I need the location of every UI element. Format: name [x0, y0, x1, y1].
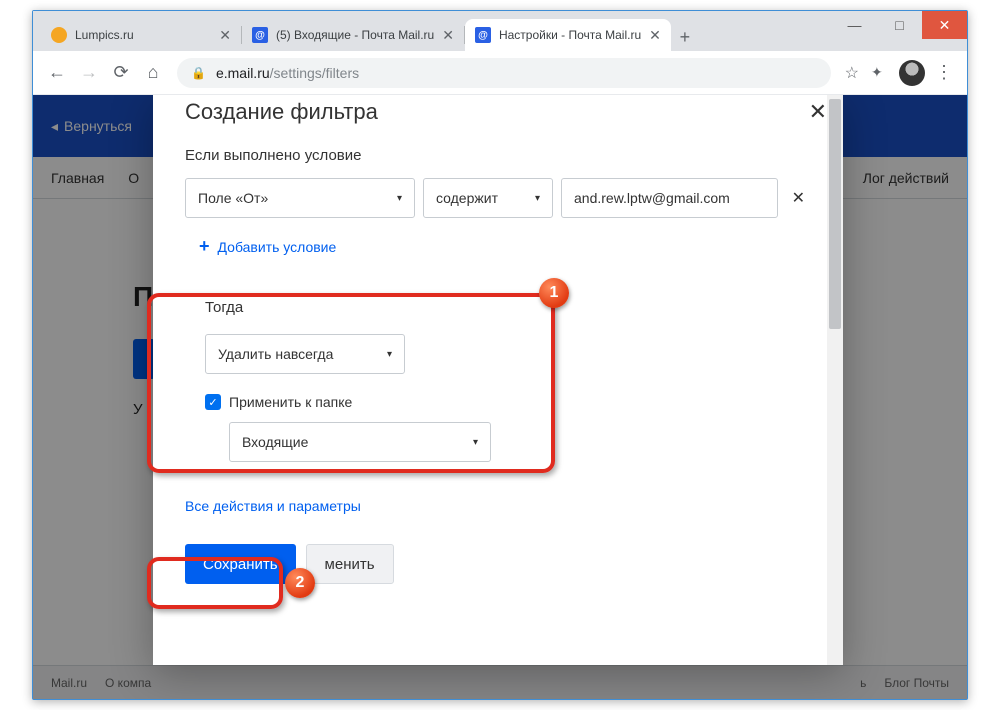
window-close-button[interactable]: ✕	[922, 11, 967, 39]
modal-close-button[interactable]: ✕	[809, 99, 827, 125]
close-icon[interactable]: ✕	[434, 27, 454, 44]
url-host: e.mail.ru	[216, 65, 270, 81]
browser-toolbar: ← → ⟳ ⌂ 🔒 e.mail.ru/settings/filters ☆ ✦…	[33, 51, 967, 95]
condition-section-label: Если выполнено условие	[185, 147, 811, 164]
url-path: /settings/filters	[270, 65, 359, 81]
window-maximize-button[interactable]: □	[877, 11, 922, 39]
home-button[interactable]: ⌂	[137, 57, 169, 89]
field-select-value: Поле «От»	[198, 190, 268, 206]
create-filter-modal: ✕ Создание фильтра Если выполнено услови…	[153, 95, 843, 665]
chevron-down-icon: ▾	[387, 349, 392, 360]
favicon-icon: @	[252, 27, 268, 43]
add-condition-label: Добавить условие	[218, 239, 337, 255]
tab-inbox[interactable]: @ (5) Входящие - Почта Mail.ru ✕	[242, 19, 464, 51]
window-minimize-button[interactable]: —	[832, 11, 877, 39]
tab-title: (5) Входящие - Почта Mail.ru	[276, 28, 434, 42]
condition-value-text: and.rew.lptw@gmail.com	[574, 190, 730, 206]
all-actions-link[interactable]: Все действия и параметры	[185, 498, 811, 514]
tab-settings[interactable]: @ Настройки - Почта Mail.ru ✕	[465, 19, 671, 51]
tab-title: Lumpics.ru	[75, 28, 134, 42]
kebab-menu-icon[interactable]: ⋮	[935, 62, 953, 83]
lock-icon: 🔒	[191, 66, 206, 80]
action-select-value: Удалить навсегда	[218, 346, 333, 362]
close-icon[interactable]: ✕	[641, 27, 661, 44]
close-icon[interactable]: ✕	[211, 27, 231, 44]
favicon-icon: @	[475, 27, 491, 43]
clear-condition-button[interactable]: ✕	[786, 188, 811, 208]
folder-select[interactable]: Входящие ▾	[229, 422, 491, 462]
address-bar[interactable]: 🔒 e.mail.ru/settings/filters	[177, 58, 831, 88]
bookmark-star-icon[interactable]: ☆	[845, 63, 859, 83]
modal-button-row: Сохранить менить	[185, 544, 811, 584]
favicon-icon	[51, 27, 67, 43]
condition-row: Поле «От» ▾ содержит ▾ and.rew.lptw@gmai…	[185, 178, 811, 218]
tab-lumpics[interactable]: Lumpics.ru ✕	[41, 19, 241, 51]
new-tab-button[interactable]: +	[671, 23, 699, 51]
save-button[interactable]: Сохранить	[185, 544, 296, 584]
scrollbar-thumb[interactable]	[829, 99, 841, 329]
then-label: Тогда	[205, 299, 791, 316]
modal-title: Создание фильтра	[185, 95, 811, 125]
field-select[interactable]: Поле «От» ▾	[185, 178, 415, 218]
add-condition-link[interactable]: + Добавить условие	[199, 236, 811, 257]
browser-window: — □ ✕ Lumpics.ru ✕ @ (5) Входящие - Почт…	[32, 10, 968, 700]
scrollbar-track[interactable]	[827, 95, 843, 665]
chevron-down-icon: ▾	[535, 193, 540, 204]
apply-to-folder-row: ✓ Применить к папке	[205, 394, 791, 410]
reload-button[interactable]: ⟳	[105, 57, 137, 89]
chevron-down-icon: ▾	[473, 437, 478, 448]
forward-button[interactable]: →	[73, 57, 105, 89]
apply-checkbox[interactable]: ✓	[205, 394, 221, 410]
plus-icon: +	[199, 236, 210, 257]
then-section: Тогда Удалить навсегда ▾ ✓ Применить к п…	[185, 283, 811, 484]
chevron-down-icon: ▾	[397, 193, 402, 204]
operator-select[interactable]: содержит ▾	[423, 178, 553, 218]
folder-select-value: Входящие	[242, 434, 308, 450]
cancel-button[interactable]: менить	[306, 544, 394, 584]
apply-checkbox-label: Применить к папке	[229, 394, 352, 410]
operator-select-value: содержит	[436, 190, 498, 206]
tab-title: Настройки - Почта Mail.ru	[499, 28, 641, 42]
tab-strip: Lumpics.ru ✕ @ (5) Входящие - Почта Mail…	[33, 11, 967, 51]
action-select[interactable]: Удалить навсегда ▾	[205, 334, 405, 374]
page-viewport: ◂ Вернуться Главная О Лог действий П У M…	[33, 95, 967, 699]
profile-avatar[interactable]	[899, 60, 925, 86]
back-button[interactable]: ←	[41, 57, 73, 89]
window-controls: — □ ✕	[832, 11, 967, 39]
extensions-icon[interactable]: ✦	[871, 64, 889, 82]
condition-value-input[interactable]: and.rew.lptw@gmail.com	[561, 178, 778, 218]
